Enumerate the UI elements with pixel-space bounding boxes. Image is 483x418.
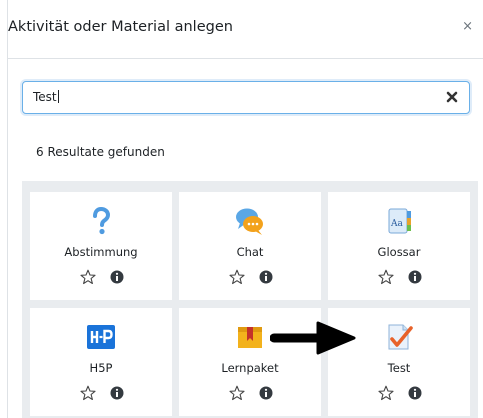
question-mark-icon (30, 206, 172, 236)
h5p-logo-icon (30, 322, 172, 352)
activity-card-label: Lernpaket (221, 361, 279, 375)
info-icon[interactable] (259, 386, 273, 400)
clear-search-icon[interactable] (445, 90, 459, 104)
activity-card-label: Test (387, 361, 411, 375)
text-caret (57, 90, 59, 103)
star-icon[interactable] (80, 385, 96, 401)
info-icon[interactable] (408, 386, 422, 400)
star-icon[interactable] (229, 385, 245, 401)
info-icon[interactable] (110, 386, 124, 400)
search-input-value[interactable]: Test (33, 90, 59, 104)
activity-card-label: Abstimmung (64, 245, 138, 259)
dialog-left-border (7, 0, 8, 418)
search-input[interactable]: Test (22, 81, 470, 114)
close-button[interactable]: × (462, 19, 473, 34)
dialog-header: Aktivität oder Material anlegen × (8, 0, 483, 59)
activity-card-label: Glossar (377, 245, 421, 259)
info-icon[interactable] (259, 270, 273, 284)
star-icon[interactable] (229, 269, 245, 285)
chat-bubble-icon (179, 206, 321, 236)
activity-card-glossar[interactable]: Aa Glossar (328, 192, 470, 300)
glossary-book-icon: Aa (328, 206, 470, 236)
activity-card-chat[interactable]: Chat (179, 192, 321, 300)
star-icon[interactable] (80, 269, 96, 285)
black-arrow-icon (270, 321, 356, 355)
activity-card-abstimmung[interactable]: Abstimmung (30, 192, 172, 300)
svg-text:Aa: Aa (390, 219, 403, 229)
activity-card-h5p[interactable]: H5P (30, 308, 172, 416)
results-count: 6 Resultate gefunden (36, 145, 165, 159)
info-icon[interactable] (408, 270, 422, 284)
info-icon[interactable] (110, 270, 124, 284)
star-icon[interactable] (378, 385, 394, 401)
star-icon[interactable] (378, 269, 394, 285)
activity-card-label: Chat (236, 245, 264, 259)
activity-chooser-dialog: Aktivität oder Material anlegen × Test 6… (0, 0, 483, 418)
activity-card-label: H5P (89, 361, 113, 375)
dialog-title: Aktivität oder Material anlegen (8, 19, 233, 35)
